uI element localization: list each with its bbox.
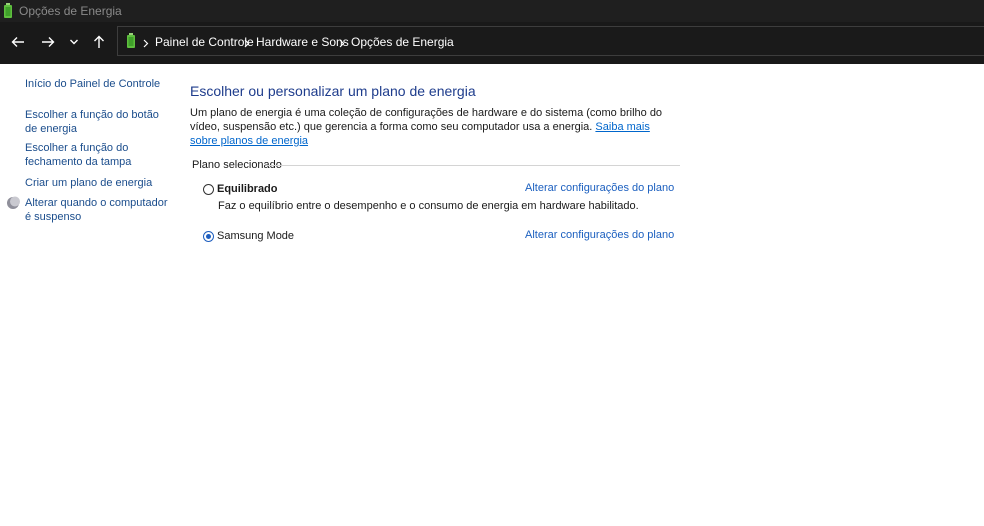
battery-icon <box>3 3 13 21</box>
navigation-bar: Painel de Controle Hardware e Sons Opçõe… <box>0 22 984 64</box>
page-description: Um plano de energia é uma coleção de con… <box>190 106 670 148</box>
breadcrumb-opcoes-de-energia[interactable]: Opções de Energia <box>351 35 454 49</box>
sidebar-item-lid-close[interactable]: Escolher a função do fechamento da tampa <box>25 141 173 169</box>
breadcrumb-hardware-e-sons[interactable]: Hardware e Sons <box>256 35 349 49</box>
forward-button[interactable] <box>38 32 58 52</box>
title-bar: Opções de Energia <box>0 0 984 22</box>
arrow-right-icon <box>42 37 55 47</box>
sidebar-item-create-plan[interactable]: Criar um plano de energia <box>25 176 173 190</box>
address-bar[interactable]: Painel de Controle Hardware e Sons Opçõe… <box>117 26 984 56</box>
task-pane: Início do Painel de Controle Escolher a … <box>0 64 180 526</box>
description-text: Um plano de energia é uma coleção de con… <box>190 107 663 133</box>
page-title: Escolher ou personalizar um plano de ene… <box>190 83 476 99</box>
recent-locations-button[interactable] <box>64 32 84 52</box>
window-title: Opções de Energia <box>19 4 122 18</box>
sidebar-item-power-button[interactable]: Escolher a função do botão de energia <box>25 108 173 136</box>
chevron-down-icon <box>70 39 78 45</box>
breadcrumb-painel-de-controle[interactable]: Painel de Controle <box>155 35 254 49</box>
chevron-right-icon[interactable] <box>244 37 250 51</box>
chevron-right-icon[interactable] <box>143 37 149 51</box>
section-divider <box>266 165 680 166</box>
battery-icon <box>126 33 136 51</box>
back-button[interactable] <box>8 32 28 52</box>
change-plan-settings-link[interactable]: Alterar configurações do plano <box>525 229 674 241</box>
moon-icon <box>6 196 20 215</box>
arrow-left-icon <box>11 37 24 47</box>
plan-radio-equilibrado[interactable] <box>203 184 214 195</box>
plan-description: Faz o equilíbrio entre o desempenho e o … <box>218 200 639 212</box>
arrow-up-icon <box>94 35 104 48</box>
main-content: Escolher ou personalizar um plano de ene… <box>190 64 984 526</box>
plan-name-samsung-mode[interactable]: Samsung Mode <box>217 230 294 242</box>
up-button[interactable] <box>89 32 109 52</box>
plan-name-equilibrado[interactable]: Equilibrado <box>217 183 278 195</box>
plan-radio-samsung-mode[interactable] <box>203 231 214 242</box>
change-plan-settings-link[interactable]: Alterar configurações do plano <box>525 182 674 194</box>
sidebar-item-control-panel-home[interactable]: Início do Painel de Controle <box>25 77 173 91</box>
chevron-right-icon[interactable] <box>339 37 345 51</box>
sidebar-item-sleep[interactable]: Alterar quando o computador é suspenso <box>25 196 173 224</box>
